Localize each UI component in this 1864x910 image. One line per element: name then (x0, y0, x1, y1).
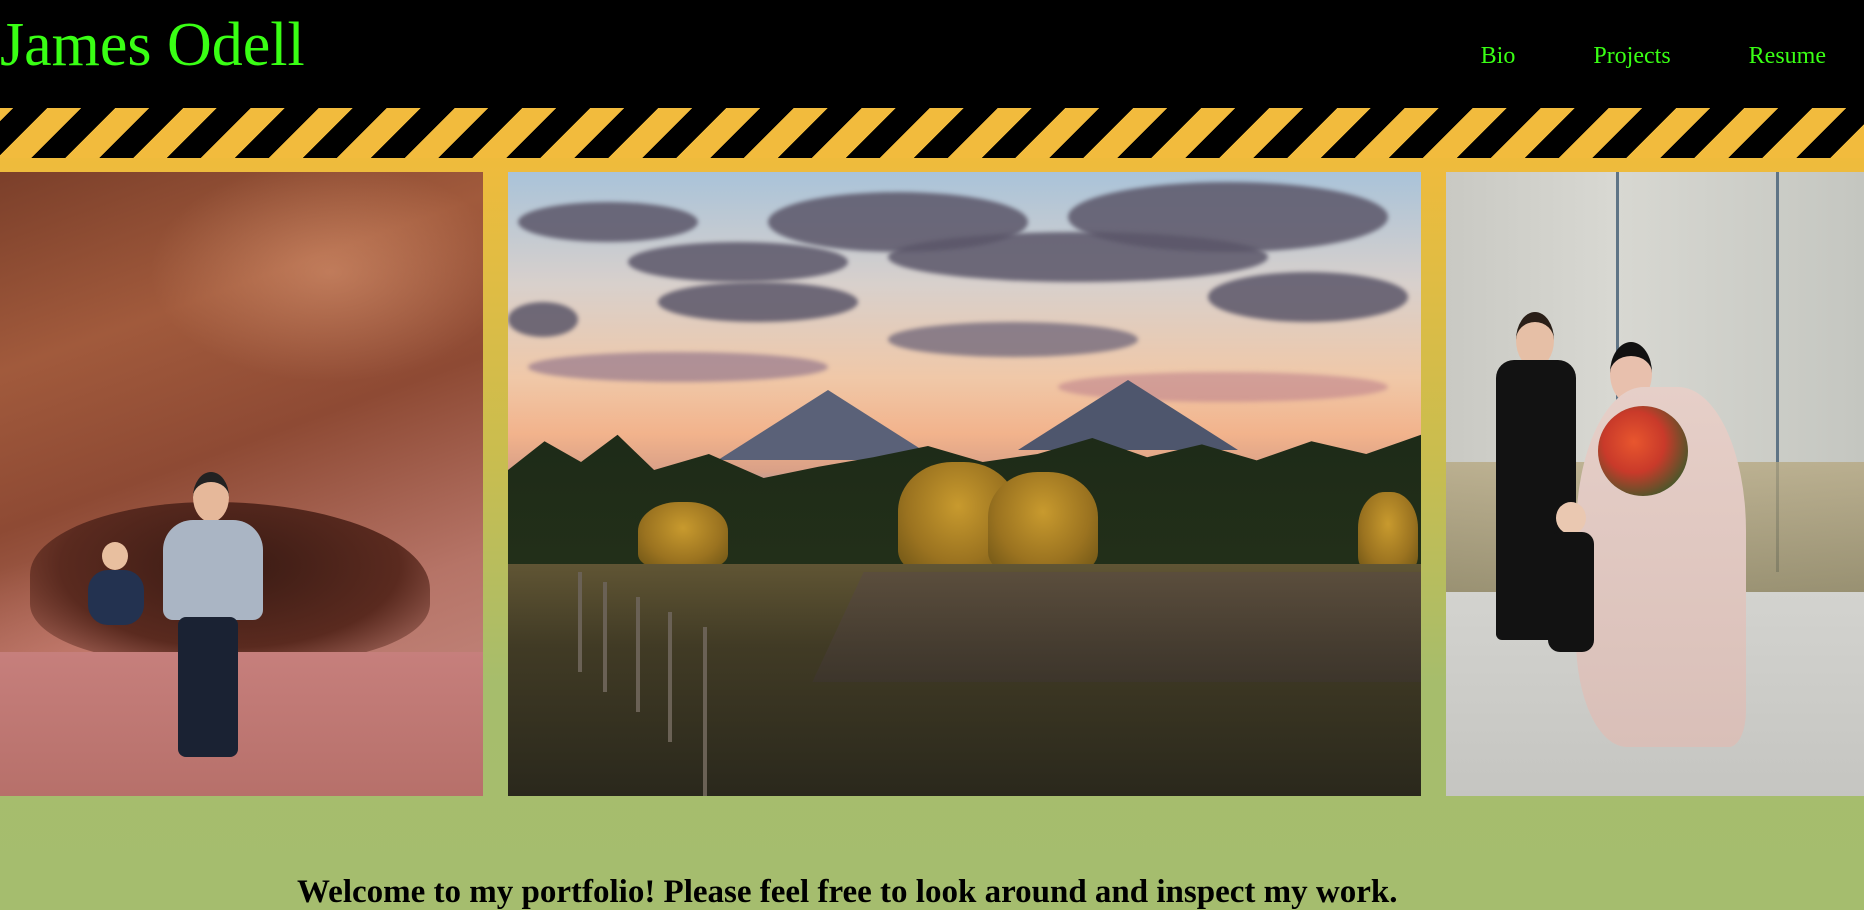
photo-gallery (0, 158, 1864, 910)
child-figure (82, 542, 152, 652)
family-rock-photo (0, 172, 483, 796)
caution-stripe-divider (0, 108, 1864, 158)
welcome-message: Welcome to my portfolio! Please feel fre… (297, 874, 1398, 910)
nav-link-resume[interactable]: Resume (1749, 38, 1826, 74)
nav-link-bio[interactable]: Bio (1481, 38, 1516, 74)
child-figure (1546, 502, 1596, 662)
sunset-landscape-photo (508, 172, 1421, 796)
wedding-photo (1446, 172, 1864, 796)
bride-figure (1576, 342, 1746, 762)
bouquet (1598, 406, 1688, 496)
nav-link-projects[interactable]: Projects (1593, 38, 1670, 74)
site-header: James Odell Bio Projects Resume (0, 0, 1864, 108)
dirt-road (812, 572, 1421, 682)
site-title[interactable]: James Odell (0, 8, 305, 82)
main-nav: Bio Projects Resume (1481, 38, 1826, 74)
adult-figure (158, 472, 268, 762)
